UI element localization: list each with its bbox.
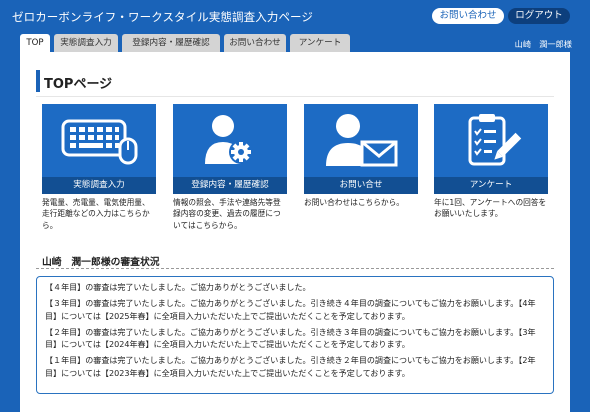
card-survey-description: 年に1回、アンケートへの回答をお願いいたします。 [434, 198, 547, 219]
page-title: TOPページ [44, 77, 113, 92]
page-title-accent [36, 70, 40, 92]
card-contact-label[interactable]: お問い合せ [304, 177, 418, 194]
header-bar: ゼロカーボンライフ・ワークスタイル実態調査入力ページ お問い合わせ ログアウト … [0, 0, 590, 52]
card-registration-history-description: 情報の照会、手法や連絡先等登録内容の変更、過去の履歴についてはこちらから。 [173, 198, 281, 230]
status-divider [36, 268, 554, 269]
card-survey-label[interactable]: アンケート [434, 177, 548, 194]
user-mail-icon [326, 114, 398, 167]
card-survey-input-tile[interactable]: 実態調査入力 [42, 104, 156, 194]
status-item-year3: 【３年目】の審査は完了いたしました。ご協力ありがとうございました。引き続き４年目… [45, 299, 536, 321]
status-item-year4: 【４年目】の審査は完了いたしました。ご協力ありがとうございました。 [45, 283, 311, 292]
card-registration-history-label[interactable]: 登録内容・履歴確認 [173, 177, 287, 194]
contact-button[interactable]: お問い合わせ [432, 8, 504, 24]
title-divider [36, 96, 554, 97]
card-contact-description: お問い合わせはこちらから。 [304, 198, 404, 207]
status-item-year1: 【１年目】の審査は完了いたしました。ご協力ありがとうございました。引き続き２年目… [45, 356, 536, 378]
status-panel: 【４年目】の審査は完了いたしました。ご協力ありがとうございました。 【３年目】の… [36, 276, 554, 394]
status-item-year2: 【２年目】の審査は完了いたしました。ご協力ありがとうございました。引き続き３年目… [45, 327, 536, 350]
tab-contact[interactable]: お問い合わせ [224, 34, 286, 52]
card-survey-tile[interactable]: アンケート [434, 104, 548, 194]
card-contact-tile[interactable]: お問い合せ [304, 104, 418, 194]
tab-survey-input[interactable]: 実態調査入力 [54, 34, 118, 52]
tab-top[interactable]: TOP [20, 34, 50, 52]
card-survey-input-description: 発電量、売電量、電気使用量、走行距離などの入力はこちらから。 [42, 198, 150, 230]
tab-registration-history[interactable]: 登録内容・履歴確認 [122, 34, 220, 52]
user-settings-icon [205, 115, 253, 164]
logout-button[interactable]: ログアウト [508, 8, 570, 24]
keyboard-mouse-icon [61, 119, 138, 165]
app-title: ゼロカーボンライフ・ワークスタイル実態調査入力ページ [12, 10, 314, 24]
card-registration-history-tile[interactable]: 登録内容・履歴確認 [173, 104, 287, 194]
clipboard-pen-icon [468, 114, 522, 166]
card-survey-input-label[interactable]: 実態調査入力 [42, 177, 156, 194]
main-content: TOPページ 実態調査入力 発電量、売電量、電気使用量、走行距離などの入力はこち… [20, 52, 570, 412]
status-title: 山崎 潤一郎様の審査状況 [42, 257, 160, 268]
tab-survey[interactable]: アンケート [290, 34, 350, 52]
user-name: 山崎 潤一郎様 [514, 39, 572, 49]
